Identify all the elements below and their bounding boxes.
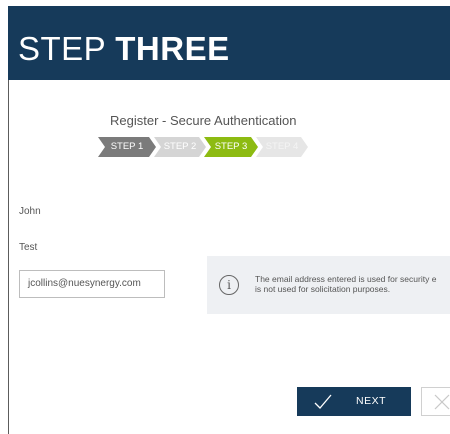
- step-title-number: THREE: [115, 30, 230, 67]
- close-icon: [434, 394, 450, 410]
- info-message: The email address entered is used for se…: [255, 274, 450, 294]
- step-4-indicator: STEP 4: [256, 137, 308, 157]
- info-icon: i: [219, 275, 239, 295]
- step-3-indicator: STEP 3: [204, 137, 258, 157]
- info-line-1: The email address entered is used for se…: [255, 274, 437, 284]
- email-field[interactable]: jcollins@nuesynergy.com: [19, 270, 165, 298]
- last-name-value: Test: [19, 242, 38, 253]
- step-title: STEP THREE: [18, 29, 230, 69]
- info-line-2: is not used for solicitation purposes.: [255, 284, 391, 294]
- email-info-panel: i The email address entered is used for …: [207, 256, 450, 314]
- next-button-label: NEXT: [356, 395, 387, 407]
- step-2-indicator: STEP 2: [154, 137, 206, 157]
- wizard-heading: Register - Secure Authentication: [110, 113, 297, 128]
- step-1-indicator: STEP 1: [98, 137, 156, 157]
- left-border: [8, 80, 9, 434]
- cancel-button[interactable]: [421, 387, 450, 416]
- step-header: STEP THREE: [8, 6, 450, 80]
- next-button[interactable]: NEXT: [297, 387, 411, 416]
- first-name-value: John: [19, 206, 41, 217]
- checkmark-icon: [314, 394, 332, 409]
- step-title-prefix: STEP: [18, 30, 116, 67]
